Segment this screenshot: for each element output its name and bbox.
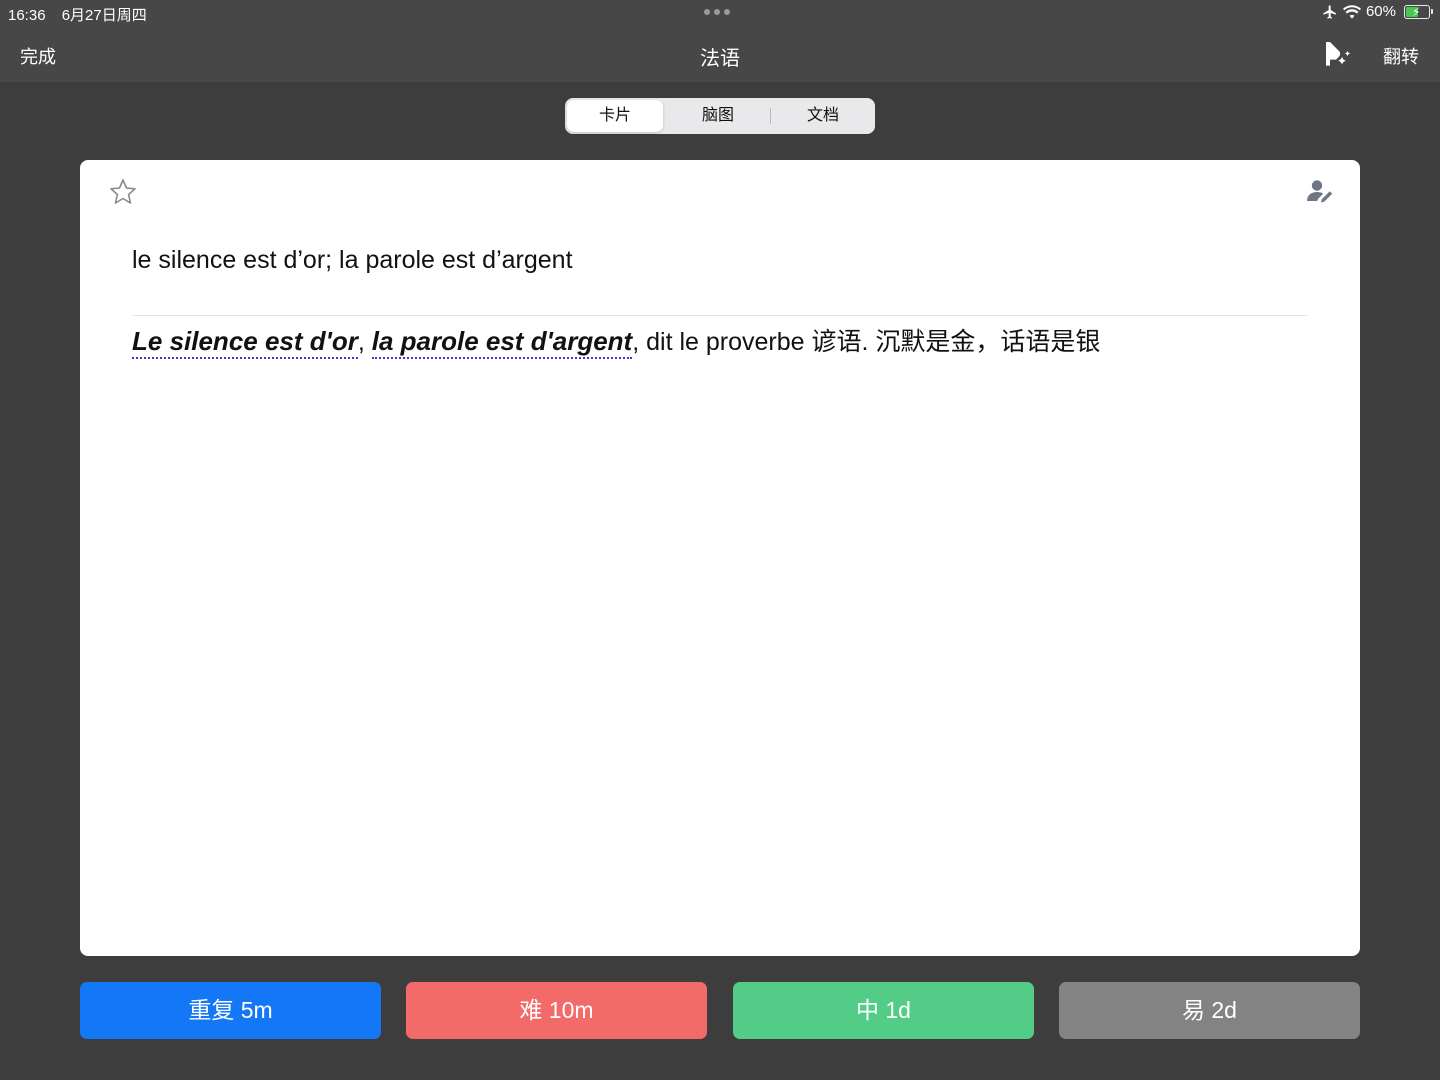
status-right: 60% ⚡ <box>1322 3 1433 20</box>
tab-card[interactable]: 卡片 <box>567 100 663 132</box>
speaker-voice-icon[interactable] <box>1322 40 1352 68</box>
medium-button[interactable]: 中 1d <box>733 982 1034 1039</box>
battery-cap <box>1431 8 1433 14</box>
status-date: 6月27日周四 <box>61 7 147 24</box>
repeat-button[interactable]: 重复 5m <box>80 982 381 1039</box>
phrase-link-2[interactable]: la parole est d'argent <box>371 326 633 359</box>
card-divider <box>132 315 1308 316</box>
wifi-icon <box>1342 4 1361 19</box>
flip-button[interactable]: 翻转 <box>1383 43 1419 69</box>
tab-document[interactable]: 文档 <box>773 100 873 132</box>
user-edit-icon[interactable] <box>1306 178 1334 206</box>
card-back-rest: , dit le proverbe 谚语. 沉默是金，话语是银 <box>632 328 1101 356</box>
flash-card: le silence est d’or; la parole est d’arg… <box>80 160 1360 956</box>
phrase-link-1[interactable]: Le silence est d'or <box>132 326 358 359</box>
easy-button[interactable]: 易 2d <box>1059 982 1360 1039</box>
view-mode-tabs: 卡片 脑图 文档 <box>565 98 875 134</box>
tab-divider <box>770 108 771 124</box>
phrase-separator: , <box>357 328 372 356</box>
nav-bar: 完成 法语 翻转 <box>0 26 1440 82</box>
battery-charging-icon: ⚡ <box>1404 4 1433 19</box>
status-bar: 16:36 6月27日周四 60% ⚡ <box>0 0 1440 26</box>
app-screen: 16:36 6月27日周四 60% ⚡ 完成 法语 翻转 卡片 脑图 文档 le… <box>0 0 1440 1080</box>
status-left: 16:36 6月27日周四 <box>8 4 159 25</box>
star-outline-icon[interactable] <box>108 177 138 207</box>
page-title: 法语 <box>700 48 740 70</box>
status-time: 16:36 <box>8 7 46 24</box>
card-front-text: le silence est d’or; la parole est d’arg… <box>132 246 573 274</box>
tab-mindmap[interactable]: 脑图 <box>668 100 768 132</box>
bolt-icon: ⚡ <box>1412 4 1421 19</box>
card-back-text: Le silence est d'or, la parole est d'arg… <box>132 322 1101 359</box>
airplane-icon <box>1323 4 1336 19</box>
multitasking-dots-icon[interactable] <box>704 9 730 15</box>
battery-percent: 60% <box>1365 3 1396 20</box>
hard-button[interactable]: 难 10m <box>406 982 707 1039</box>
